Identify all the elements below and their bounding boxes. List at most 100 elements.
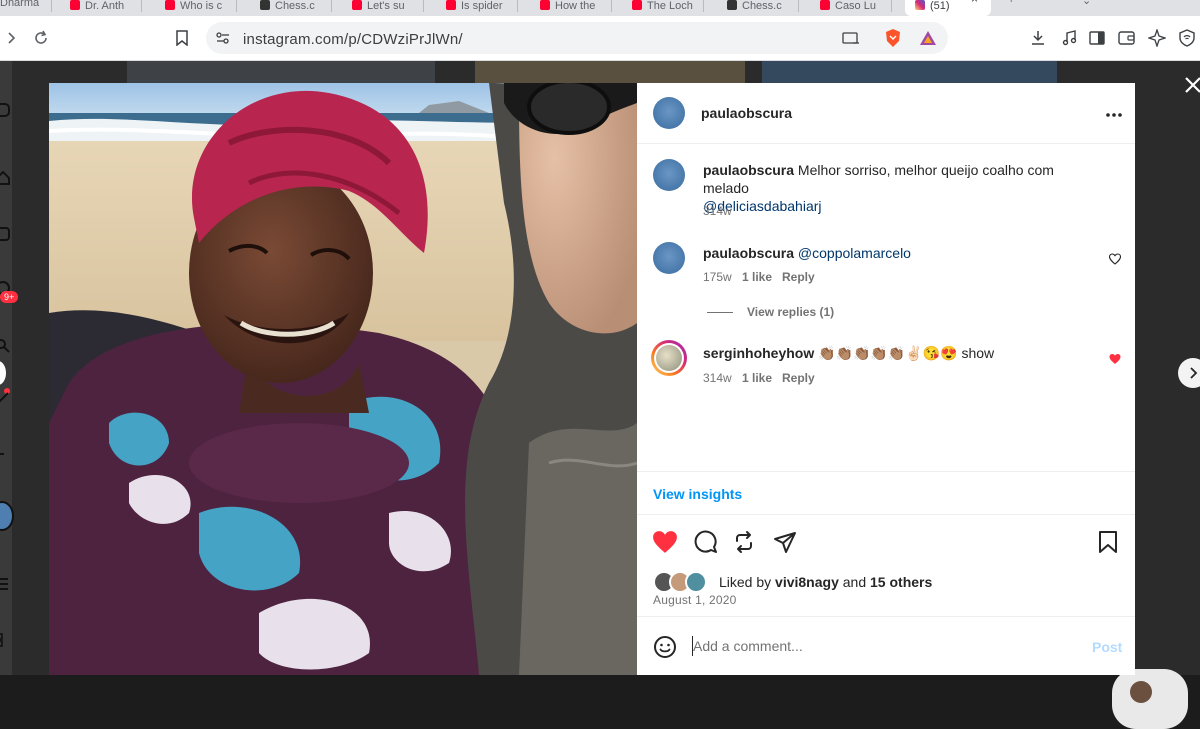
view-insights-link[interactable]: View insights: [653, 486, 742, 502]
comment-row: paulaobscura @coppolamarcelo: [703, 244, 1103, 262]
comment-username[interactable]: paulaobscura: [703, 245, 794, 261]
comment-timestamp[interactable]: 314w: [703, 371, 732, 385]
comment-like-count[interactable]: 1 like: [742, 270, 772, 284]
feed-thumbnail: [127, 61, 435, 83]
chevron-right-icon: [1190, 367, 1198, 379]
feed-thumbnail: [762, 61, 1057, 83]
replies-line: [707, 312, 733, 313]
comment-bubble-icon[interactable]: [693, 529, 719, 555]
also-from-meta-icon[interactable]: [0, 633, 10, 647]
liked-by-prefix: Liked by: [719, 574, 772, 590]
story-ring[interactable]: [651, 340, 687, 376]
cast-icon[interactable]: [842, 30, 860, 51]
wallet-icon[interactable]: [1116, 27, 1138, 49]
feed-thumbnail: [475, 61, 745, 83]
comment-text: 👏🏽👏🏽👏🏽👏🏽👏🏽✌🏻😘😍 show: [818, 345, 995, 361]
reels-icon[interactable]: [0, 227, 10, 241]
browser-tab[interactable]: Chess.c: [727, 0, 799, 16]
media-music-icon[interactable]: [1058, 27, 1080, 49]
post-date[interactable]: August 1, 2020: [653, 593, 737, 607]
save-bookmark-icon[interactable]: [1095, 529, 1121, 555]
notification-badge: 9+: [0, 291, 19, 303]
author-avatar[interactable]: [653, 97, 685, 129]
comment-like-count[interactable]: 1 like: [742, 371, 772, 385]
post-header: paulaobscura: [637, 83, 1135, 144]
browser-tab[interactable]: The Loch: [632, 0, 704, 16]
chess-icon: [260, 0, 270, 10]
comment-avatar[interactable]: [653, 242, 685, 274]
new-tab-icon[interactable]: +: [1008, 0, 1014, 6]
brave-shield-icon[interactable]: [884, 28, 902, 53]
browser-toolbar: instagram.com/p/CDWziPrJlWn/: [0, 16, 1200, 61]
search-icon[interactable]: [0, 339, 10, 353]
forward-icon[interactable]: [1, 27, 23, 49]
instagram-icon: [915, 0, 925, 10]
like-heart-icon[interactable]: [652, 529, 678, 555]
tab-strip: Dharma Dr. Anth Who is c Chess.c Let's s…: [0, 0, 1200, 16]
browser-tab[interactable]: Let's su: [352, 0, 424, 16]
comment-mention-link[interactable]: @coppolamarcelo: [798, 245, 911, 261]
liker-avatar[interactable]: [685, 571, 707, 593]
home-icon[interactable]: [0, 170, 10, 185]
messages-bubble[interactable]: [1112, 669, 1188, 729]
create-icon[interactable]: [0, 453, 4, 455]
menu-icon[interactable]: [0, 577, 10, 591]
caption-timestamp[interactable]: 314w: [703, 204, 732, 218]
bookmark-icon[interactable]: [171, 27, 193, 49]
comment-reply-button[interactable]: Reply: [782, 270, 815, 284]
youtube-icon: [446, 0, 456, 10]
comment-input[interactable]: Add a comment...: [693, 638, 803, 654]
caption-username[interactable]: paulaobscura: [703, 162, 794, 178]
likes-others-link[interactable]: 15 others: [870, 574, 932, 590]
close-modal-icon[interactable]: [1184, 76, 1200, 99]
youtube-icon: [820, 0, 830, 10]
browser-tab-active[interactable]: (51) ×: [905, 0, 991, 16]
comment-username[interactable]: serginhoheyhow: [703, 345, 814, 361]
browser-tab[interactable]: Dr. Anth: [70, 0, 142, 16]
brave-rewards-icon[interactable]: [919, 29, 937, 52]
comment-row: serginhoheyhow 👏🏽👏🏽👏🏽👏🏽👏🏽✌🏻😘😍 show: [703, 344, 1103, 362]
browser-tab[interactable]: Who is c: [165, 0, 237, 16]
browser-tab[interactable]: Dharma: [0, 0, 52, 16]
downloads-icon[interactable]: [1027, 27, 1049, 49]
youtube-icon: [70, 0, 80, 10]
divider: [637, 471, 1135, 472]
instagram-logo-icon[interactable]: [0, 103, 10, 117]
sidebar-toggle-icon[interactable]: [1086, 27, 1108, 49]
youtube-icon: [540, 0, 550, 10]
messages-avatar: [1130, 681, 1152, 703]
comment-reply-button[interactable]: Reply: [782, 371, 815, 385]
share-send-icon[interactable]: [772, 529, 798, 555]
author-username[interactable]: paulaobscura: [701, 105, 792, 121]
divider: [637, 514, 1135, 515]
view-replies-button[interactable]: View replies (1): [747, 305, 834, 319]
post-comment-button[interactable]: Post: [1092, 639, 1122, 655]
repost-icon[interactable]: [731, 529, 757, 555]
reload-icon[interactable]: [30, 27, 52, 49]
youtube-icon: [632, 0, 642, 10]
more-options-icon[interactable]: [1105, 105, 1123, 123]
address-bar[interactable]: instagram.com/p/CDWziPrJlWn/: [206, 22, 948, 54]
browser-tab[interactable]: Is spider: [446, 0, 518, 16]
post-photo[interactable]: [49, 83, 637, 675]
post-detail-panel: paulaobscura paulaobscura Melhor sorriso…: [637, 83, 1135, 675]
vpn-icon[interactable]: [1176, 27, 1198, 49]
close-tab-icon[interactable]: ×: [971, 0, 978, 5]
comment-like-heart-icon[interactable]: [1108, 252, 1122, 265]
post-caption: paulaobscura Melhor sorriso, melhor quei…: [703, 161, 1103, 215]
tab-search-icon[interactable]: ⌄: [1082, 0, 1091, 7]
next-post-button[interactable]: [1178, 358, 1200, 388]
browser-tab[interactable]: How the: [540, 0, 612, 16]
browser-tab[interactable]: Chess.c: [260, 0, 332, 16]
liked-by-and: and: [842, 574, 867, 590]
beach-selfie-image: [49, 83, 637, 675]
caption-avatar[interactable]: [653, 159, 685, 191]
emoji-icon[interactable]: [653, 635, 677, 664]
liked-by-user[interactable]: vivi8nagy: [775, 574, 839, 590]
comment-timestamp[interactable]: 175w: [703, 270, 732, 284]
site-settings-icon[interactable]: [215, 30, 231, 51]
compass-icon[interactable]: [0, 391, 10, 405]
browser-tab[interactable]: Caso Lu: [820, 0, 892, 16]
leo-ai-icon[interactable]: [1146, 27, 1168, 49]
comment-liked-heart-icon[interactable]: [1109, 352, 1121, 364]
